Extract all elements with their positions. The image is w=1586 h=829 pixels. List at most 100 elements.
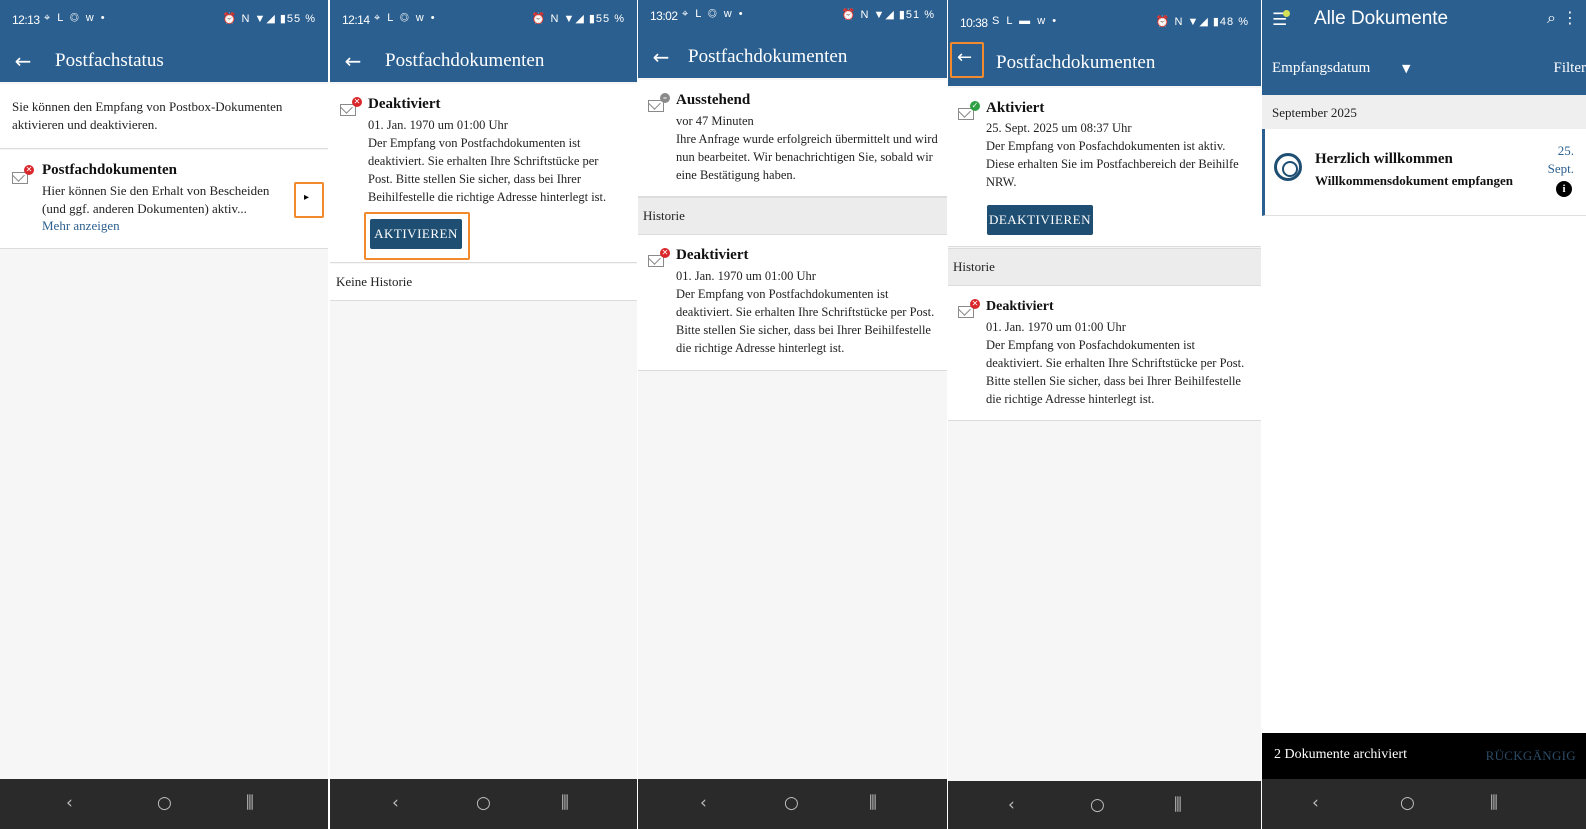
history-date: 01. Jan. 1970 um 01:00 Uhr xyxy=(986,320,1126,334)
activate-button[interactable]: AKTIVIEREN xyxy=(370,219,462,249)
status-icons-right: ⏰ N ▼◢ ▮51 % xyxy=(841,9,935,21)
nav-back-icon[interactable]: ‹ xyxy=(700,793,707,813)
nav-recents-icon[interactable]: ⫼ xyxy=(246,793,254,813)
history-date: 01. Jan. 1970 um 01:00 Uhr xyxy=(676,269,816,283)
history-section-header: Historie xyxy=(638,197,947,235)
nav-back-icon[interactable]: ‹ xyxy=(1008,795,1015,815)
status-bar: 12:14 ⌖ L ◎ w • ⏰ N ▼◢ ▮55 % xyxy=(330,0,637,40)
nav-home-icon[interactable]: ○ xyxy=(1090,795,1105,815)
month-label: September 2025 xyxy=(1272,105,1357,120)
status-date: vor 47 Minuten xyxy=(676,114,754,128)
system-nav-bar: ‹ ○ ⫼ xyxy=(638,779,947,829)
document-title: Herzlich willkommen xyxy=(1315,151,1453,167)
document-item[interactable]: Herzlich willkommen Willkommensdokument … xyxy=(1262,129,1586,216)
postfach-item[interactable]: ✕ Postfachdokumenten Hier können Sie den… xyxy=(0,150,328,249)
app-bar: ← Postfachdokumenten xyxy=(638,36,947,78)
dropdown-arrow-icon[interactable]: ▼ xyxy=(1402,62,1410,75)
back-highlight[interactable]: ← xyxy=(950,42,984,78)
app-bar: ← Postfachdokumenten xyxy=(330,40,637,82)
system-nav-bar: ‹ ○ ⫼ xyxy=(0,779,328,829)
status-icons-left: S L ▬ w • xyxy=(992,15,1059,27)
status-icons-left: ⌖ L ◎ w • xyxy=(682,8,745,20)
status-bar: 12:13 ⌖ L ◎ w • ⏰ N ▼◢ ▮55 % xyxy=(0,0,328,40)
screen-postfachstatus: 12:13 ⌖ L ◎ w • ⏰ N ▼◢ ▮55 % ← Postfachs… xyxy=(0,0,328,829)
undo-button[interactable]: RÜCKGÄNGIG xyxy=(1486,748,1576,764)
screen-alle-dokumente: ☰ Alle Dokumente ⌕ ⋮ Empfangsdatum ▼ Fil… xyxy=(1262,0,1586,829)
mail-success-icon: ✓ xyxy=(958,101,980,120)
status-time: 13:02 xyxy=(650,9,678,23)
app-bar: ☰ Alle Dokumente ⌕ ⋮ Empfangsdatum ▼ Fil… xyxy=(1262,0,1586,95)
notification-dot-icon xyxy=(1283,10,1290,17)
nav-back-icon[interactable]: ‹ xyxy=(1312,793,1319,813)
history-label: Historie xyxy=(643,208,685,223)
status-card: – Ausstehend vor 47 Minuten Ihre Anfrage… xyxy=(638,80,947,197)
mail-error-icon: ✕ xyxy=(340,97,362,116)
document-logo-icon xyxy=(1274,153,1302,181)
info-icon[interactable]: i xyxy=(1556,181,1572,197)
deactivate-button[interactable]: DEAKTIVIEREN xyxy=(987,205,1093,235)
status-icons-right: ⏰ N ▼◢ ▮48 % xyxy=(1155,16,1249,28)
status-date: 25. Sept. 2025 um 08:37 Uhr xyxy=(986,121,1132,135)
history-item: ✕ Deaktiviert 01. Jan. 1970 um 01:00 Uhr… xyxy=(638,235,947,371)
no-history-text: Keine Historie xyxy=(336,274,413,289)
app-bar: ← Postfachdokumenten xyxy=(948,42,1261,86)
item-description: Hier können Sie den Erhalt von Bescheide… xyxy=(42,183,270,216)
status-title: Aktiviert xyxy=(986,100,1045,116)
history-card: Keine Historie xyxy=(330,264,637,301)
status-description: Ihre Anfrage wurde erfolgreich übermitte… xyxy=(676,132,938,182)
page-title: Postfachdokumenten xyxy=(385,50,545,71)
nav-home-icon[interactable]: ○ xyxy=(476,793,491,813)
nav-back-icon[interactable]: ‹ xyxy=(392,793,399,813)
nav-back-icon[interactable]: ‹ xyxy=(66,793,73,813)
nav-recents-icon[interactable]: ⫼ xyxy=(561,793,569,813)
status-title: Ausstehend xyxy=(676,92,751,108)
nav-home-icon[interactable]: ○ xyxy=(1400,793,1415,813)
history-description: Der Empfang von Posfachdokumenten ist de… xyxy=(986,338,1245,406)
chevron-right-icon: ▸ xyxy=(304,192,310,203)
status-card: ✕ Deaktiviert 01. Jan. 1970 um 01:00 Uhr… xyxy=(330,84,637,263)
history-item: ✕ Deaktiviert 01. Jan. 1970 um 01:00 Uhr… xyxy=(948,286,1261,421)
status-card: ✓ Aktiviert 25. Sept. 2025 um 08:37 Uhr … xyxy=(948,88,1261,247)
filter-button[interactable]: Filter xyxy=(1554,60,1586,77)
back-arrow-icon[interactable]: ← xyxy=(957,47,972,68)
status-description: Der Empfang von Postfachdokumenten ist d… xyxy=(368,136,607,204)
status-icons-left: ⌖ L ◎ w • xyxy=(374,12,437,24)
chevron-highlight[interactable]: ▸ xyxy=(294,182,324,218)
nav-recents-icon[interactable]: ⫼ xyxy=(869,793,877,813)
document-subtitle: Willkommensdokument empfangen xyxy=(1315,173,1514,188)
status-time: 10:38 xyxy=(960,16,988,30)
system-nav-bar: ‹ ○ ⫼ xyxy=(948,781,1261,829)
month-header: September 2025 xyxy=(1262,95,1586,129)
nav-recents-icon[interactable]: ⫼ xyxy=(1490,793,1498,813)
intro-text: Sie können den Empfang von Postbox-Dokum… xyxy=(12,99,283,132)
mail-error-icon: ✕ xyxy=(12,165,34,184)
nav-home-icon[interactable]: ○ xyxy=(157,793,172,813)
system-nav-bar: ‹ ○ ⫼ xyxy=(330,779,637,829)
history-label: Historie xyxy=(953,259,995,274)
item-title: Postfachdokumenten xyxy=(42,162,178,178)
more-link[interactable]: Mehr anzeigen xyxy=(42,218,120,234)
page-title: Postfachdokumenten xyxy=(996,52,1156,73)
nav-recents-icon[interactable]: ⫼ xyxy=(1174,795,1182,815)
status-description: Der Empfang von Posfachdokumenten ist ak… xyxy=(986,139,1239,189)
back-arrow-icon[interactable]: ← xyxy=(10,48,36,74)
status-title: Deaktiviert xyxy=(368,96,441,112)
status-date: 01. Jan. 1970 um 01:00 Uhr xyxy=(368,118,508,132)
status-icons-right: ⏰ N ▼◢ ▮55 % xyxy=(222,13,316,25)
back-arrow-icon[interactable]: ← xyxy=(340,48,366,74)
nav-home-icon[interactable]: ○ xyxy=(784,793,799,813)
page-title: Alle Dokumente xyxy=(1314,8,1449,29)
page-title: Postfachdokumenten xyxy=(688,46,848,67)
mail-error-icon: ✕ xyxy=(958,299,980,318)
history-status: Deaktiviert xyxy=(676,247,749,263)
back-arrow-icon[interactable]: ← xyxy=(648,44,674,70)
sort-dropdown[interactable]: Empfangsdatum xyxy=(1272,60,1370,77)
search-icon[interactable]: ⌕ xyxy=(1547,8,1556,28)
status-bar: 13:02 ⌖ L ◎ w • ⏰ N ▼◢ ▮51 % xyxy=(638,0,947,36)
system-nav-bar: ‹ ○ ⫼ xyxy=(1262,779,1586,829)
more-options-icon[interactable]: ⋮ xyxy=(1562,8,1578,27)
screen-postfachdokumenten-aktiviert: 10:38 S L ▬ w • ⏰ N ▼◢ ▮48 % ← Postfachd… xyxy=(948,0,1261,829)
history-section-header: Historie xyxy=(948,248,1261,286)
history-description: Der Empfang von Postfachdokumenten ist d… xyxy=(676,287,935,355)
page-title: Postfachstatus xyxy=(55,50,164,71)
